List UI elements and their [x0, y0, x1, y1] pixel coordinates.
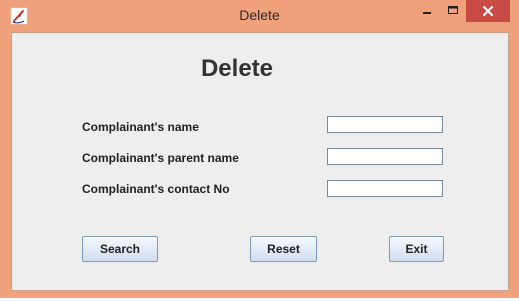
- delete-window: Delete Delete Complainant's name Complai…: [0, 0, 519, 298]
- search-button[interactable]: Search: [82, 236, 158, 262]
- reset-button[interactable]: Reset: [250, 236, 317, 262]
- minimize-icon: [423, 12, 431, 14]
- complainant-parent-name-field[interactable]: [327, 148, 443, 165]
- maximize-icon: [448, 6, 458, 14]
- close-button[interactable]: [466, 0, 510, 22]
- complainant-name-label: Complainant's name: [82, 120, 199, 134]
- page-title: Delete: [200, 55, 274, 82]
- minimize-button[interactable]: [414, 0, 440, 22]
- form-panel: Delete Complainant's name Complainant's …: [11, 32, 509, 291]
- close-icon: [483, 6, 493, 16]
- complainant-parent-name-label: Complainant's parent name: [82, 151, 239, 165]
- title-bar[interactable]: Delete: [0, 0, 519, 32]
- complainant-contact-label: Complainant's contact No: [82, 182, 230, 196]
- complainant-contact-field[interactable]: [327, 180, 443, 197]
- exit-button[interactable]: Exit: [389, 236, 444, 262]
- complainant-name-field[interactable]: [327, 116, 443, 133]
- maximize-button[interactable]: [440, 0, 466, 22]
